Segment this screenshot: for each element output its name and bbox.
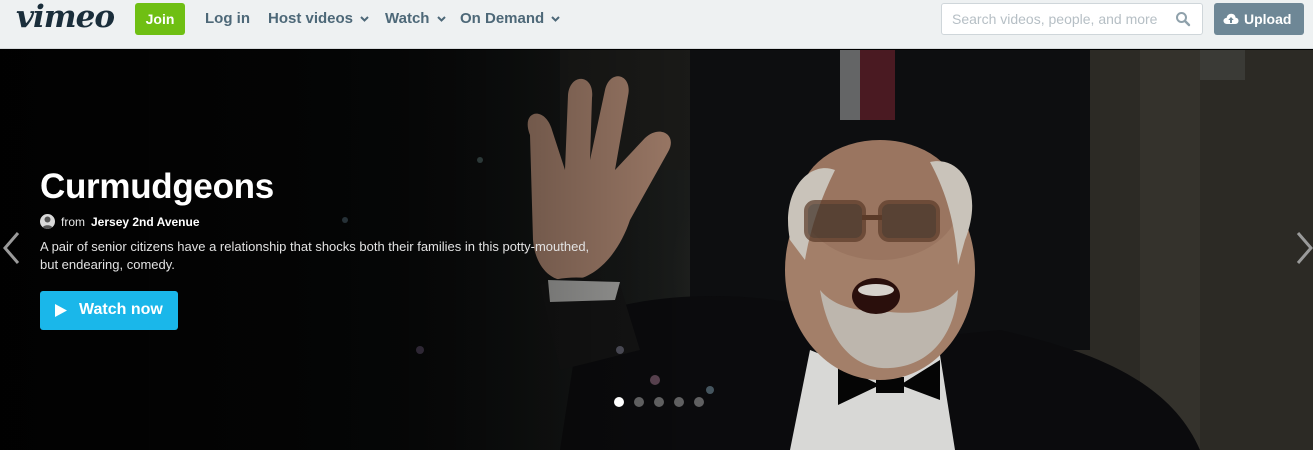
featured-video-title[interactable]: Curmudgeons xyxy=(40,167,274,207)
watch-now-label: Watch now xyxy=(79,301,163,318)
carousel-dot-1[interactable] xyxy=(614,397,624,407)
chevron-down-icon xyxy=(551,16,561,22)
chevron-down-icon xyxy=(360,16,369,22)
play-icon xyxy=(55,304,67,317)
carousel-dot-4[interactable] xyxy=(674,397,684,407)
watch-now-button[interactable]: Watch now xyxy=(40,291,178,330)
carousel-next-arrow-icon[interactable] xyxy=(1293,230,1313,266)
chevron-down-icon xyxy=(436,16,446,22)
cloud-upload-icon xyxy=(1223,13,1239,24)
join-button[interactable]: Join xyxy=(135,3,185,35)
login-link[interactable]: Log in xyxy=(205,3,250,35)
byline-from-label: from xyxy=(61,215,85,229)
carousel-prev-arrow-icon[interactable] xyxy=(1,230,23,266)
channel-link[interactable]: Jersey 2nd Avenue xyxy=(91,215,200,229)
vimeo-logo[interactable]: vimeo xyxy=(16,2,115,36)
watch-menu[interactable]: Watch xyxy=(385,3,446,35)
host-videos-menu[interactable]: Host videos xyxy=(268,3,369,35)
carousel-dot-3[interactable] xyxy=(654,397,664,407)
carousel-dot-2[interactable] xyxy=(634,397,644,407)
on-demand-menu[interactable]: On Demand xyxy=(460,3,561,35)
video-description: A pair of senior citizens have a relatio… xyxy=(40,239,590,272)
search-input[interactable] xyxy=(943,5,1171,33)
host-videos-label: Host videos xyxy=(268,10,354,27)
avatar-icon xyxy=(42,216,53,229)
search-icon[interactable] xyxy=(1175,11,1191,27)
upload-button[interactable]: Upload xyxy=(1214,3,1304,35)
carousel-dot-5[interactable] xyxy=(694,397,704,407)
top-navigation: vimeo Join Log in Host videos Watch On D… xyxy=(0,0,1313,49)
on-demand-label: On Demand xyxy=(460,10,545,27)
channel-avatar[interactable] xyxy=(40,214,55,229)
watch-label: Watch xyxy=(385,10,430,27)
hero-carousel: Curmudgeons from Jersey 2nd Avenue A pai… xyxy=(0,50,1313,450)
upload-label: Upload xyxy=(1244,11,1292,27)
login-label: Log in xyxy=(205,10,250,27)
search-box xyxy=(941,3,1203,35)
